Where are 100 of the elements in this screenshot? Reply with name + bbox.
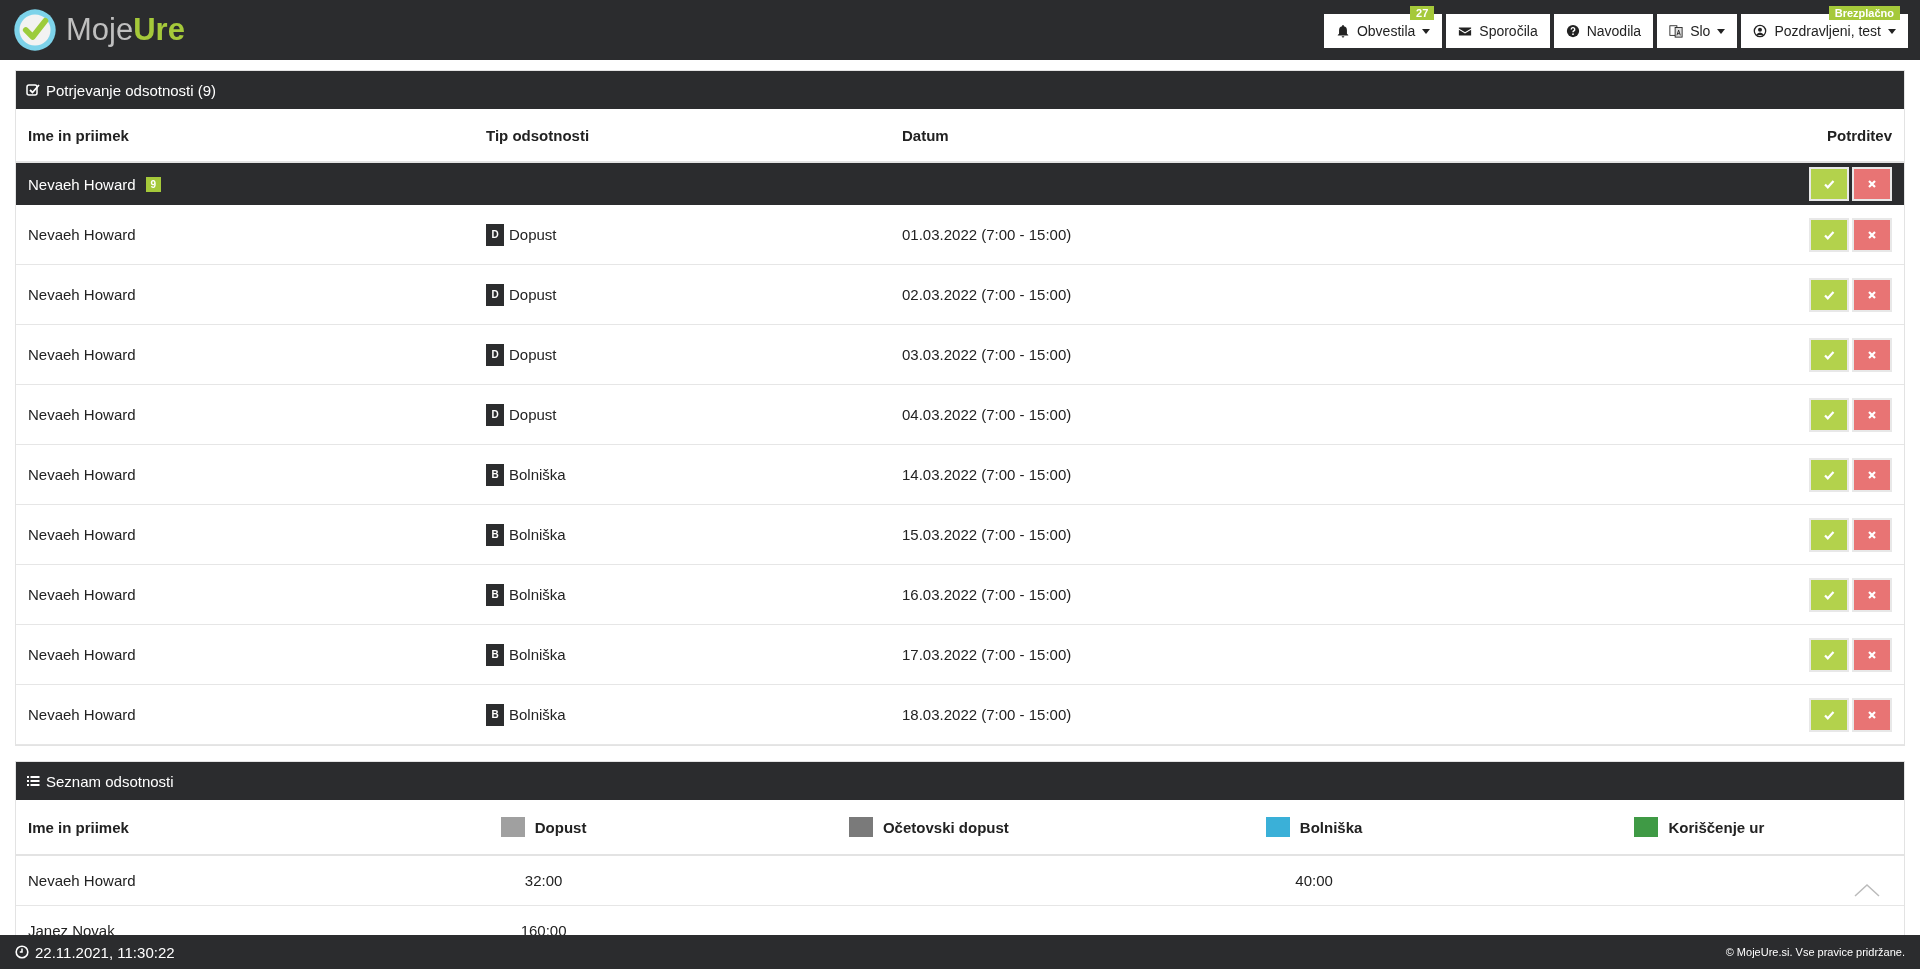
panel-title: Seznam odsotnosti (46, 772, 174, 790)
table-cell-text: Nevaeh Howard (28, 872, 137, 889)
table-cell-text: 04.03.2022 (7:00 - 15:00) (902, 406, 1073, 423)
check-icon (1823, 648, 1835, 661)
confirm-button[interactable] (1809, 517, 1849, 552)
confirm-button[interactable] (1809, 397, 1849, 432)
copyright-text: © MojeUre.si. Vse pravice pridržane. (1725, 946, 1905, 958)
table-cell: Bolniška (509, 526, 566, 543)
type-badge: B (486, 523, 504, 546)
column-header: Ime in priimek (28, 818, 130, 836)
type-badge: B (486, 703, 504, 726)
caret-icon (1422, 28, 1431, 34)
type-badge: D (486, 403, 504, 426)
confirm-button[interactable] (1809, 577, 1849, 612)
table-cell: 32:00 (524, 872, 563, 889)
table-cell-text: Nevaeh Howard (28, 646, 137, 663)
check-square-icon (26, 83, 40, 97)
check-icon (1823, 408, 1835, 421)
table-cell-text: Nevaeh Howard (28, 526, 137, 543)
table-cell: Bolniška (509, 466, 566, 483)
count-badge: 9 (145, 176, 162, 192)
table-cell-text: Nevaeh Howard (28, 706, 137, 723)
reject-button[interactable] (1852, 167, 1892, 201)
clock-icon (15, 945, 29, 959)
confirm-button[interactable] (1809, 697, 1849, 732)
close-icon (1866, 708, 1878, 721)
close-icon (1866, 528, 1878, 541)
check-icon (1823, 228, 1835, 241)
close-icon (1866, 348, 1878, 361)
table-cell-text: Nevaeh Howard (28, 586, 137, 603)
table-cell-text: Nevaeh Howard (28, 286, 137, 303)
close-icon (1866, 588, 1878, 601)
close-icon (1866, 468, 1878, 481)
table-cell-text: 02.03.2022 (7:00 - 15:00) (902, 286, 1073, 303)
check-icon (1823, 468, 1835, 481)
table-cell-text: Nevaeh Howard (28, 406, 137, 423)
confirm-button[interactable] (1809, 337, 1849, 372)
date-time: 22.11.2021, 11:30:22 (35, 943, 175, 961)
check-icon (1823, 178, 1835, 190)
table-cell-text: 03.03.2022 (7:00 - 15:00) (902, 346, 1073, 363)
close-icon (1866, 288, 1878, 301)
caret-icon (1717, 28, 1726, 34)
confirm-button[interactable] (1809, 217, 1849, 252)
question-circle-icon (1565, 24, 1580, 38)
table-cell-text: 16.03.2022 (7:00 - 15:00) (902, 586, 1073, 603)
confirm-button[interactable] (1809, 167, 1849, 201)
nav-button[interactable]: Sporočila (1446, 14, 1550, 48)
group-name: Nevaeh Howard (28, 175, 136, 193)
type-badge: B (486, 583, 504, 606)
user-circle-icon (1753, 24, 1768, 38)
reject-button[interactable] (1852, 517, 1892, 552)
nav-button[interactable]: Slo (1657, 14, 1738, 48)
column-header: Potrditev (1826, 126, 1892, 144)
bell-icon (1335, 24, 1350, 38)
type-badge: D (486, 223, 504, 246)
close-icon (1866, 408, 1878, 421)
caret-icon (1888, 28, 1896, 34)
reject-button[interactable] (1852, 217, 1892, 252)
close-icon (1866, 228, 1878, 241)
chevron-up-icon[interactable] (1854, 883, 1880, 897)
table-cell-text: Nevaeh Howard (28, 346, 137, 363)
list-icon (26, 774, 40, 788)
reject-button[interactable] (1852, 397, 1892, 432)
table-cell-text: 18.03.2022 (7:00 - 15:00) (902, 706, 1073, 723)
column-header: Dopust (534, 818, 587, 836)
table-cell: 40:00 (1295, 872, 1333, 889)
type-badge: D (486, 283, 504, 306)
type-badge: B (486, 643, 504, 666)
nav-badge: Brezplačno (1828, 6, 1900, 20)
close-icon (1866, 648, 1878, 661)
reject-button[interactable] (1852, 457, 1892, 492)
reject-button[interactable] (1852, 277, 1892, 312)
reject-button[interactable] (1852, 577, 1892, 612)
nav-badge: 27 (1410, 6, 1435, 20)
table-cell: Dopust (509, 406, 557, 423)
table-cell-text: Nevaeh Howard (28, 226, 137, 243)
reject-button[interactable] (1852, 337, 1892, 372)
check-icon (1823, 348, 1835, 361)
column-header: Tip odsotnosti (486, 126, 591, 144)
table-cell: Dopust (509, 226, 557, 243)
column-header: Koriščenje ur (1668, 818, 1765, 836)
logo-text: MojeUre (66, 12, 185, 48)
table-cell-text: 17.03.2022 (7:00 - 15:00) (902, 646, 1073, 663)
translate-icon (1669, 24, 1684, 38)
table-cell: Bolniška (509, 646, 566, 663)
nav-button[interactable]: Navodila (1553, 14, 1654, 48)
confirm-button[interactable] (1809, 457, 1849, 492)
confirm-button[interactable] (1809, 277, 1849, 312)
reject-button[interactable] (1852, 637, 1892, 672)
check-icon (1823, 288, 1835, 301)
table-cell: Dopust (509, 286, 557, 303)
table-cell-text: Nevaeh Howard (28, 466, 137, 483)
check-icon (1823, 708, 1835, 721)
check-icon (1823, 588, 1835, 601)
close-icon (1866, 178, 1878, 190)
reject-button[interactable] (1852, 697, 1892, 732)
confirm-button[interactable] (1809, 637, 1849, 672)
panel-title: Potrjevanje odsotnosti (9) (46, 81, 217, 99)
table-cell: Bolniška (509, 706, 566, 723)
column-header: Očetovski dopust (882, 818, 1009, 836)
